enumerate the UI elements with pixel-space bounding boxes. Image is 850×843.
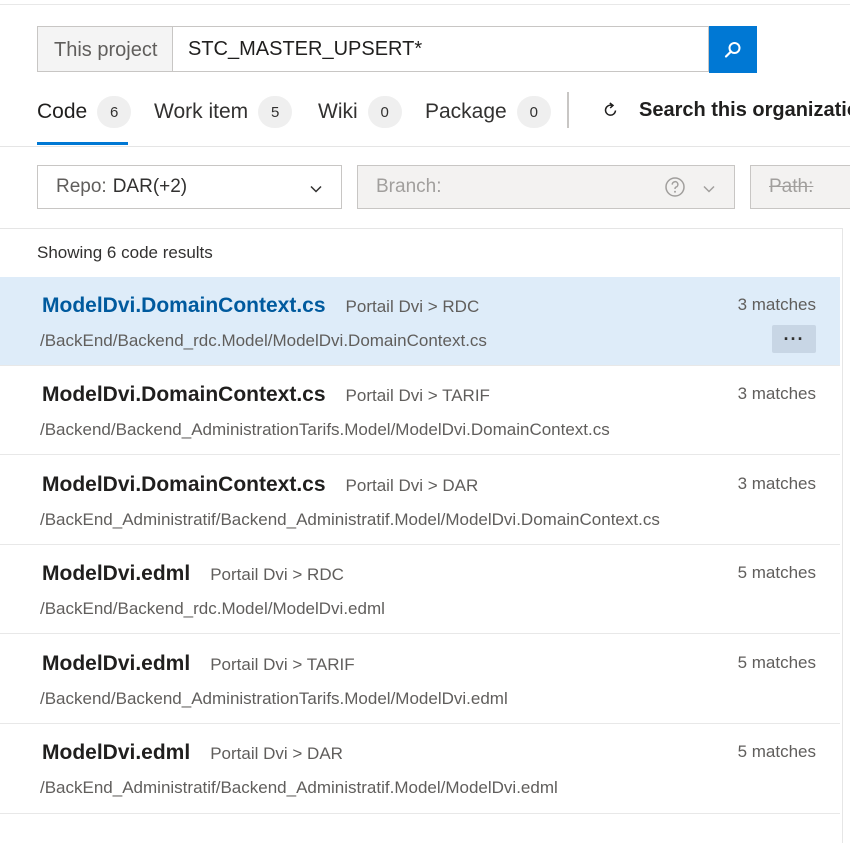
result-repo: Portail Dvi > DAR xyxy=(345,476,479,495)
result-file-name[interactable]: ModelDvi.edml xyxy=(42,652,190,676)
tab-wiki[interactable]: Wiki 0 xyxy=(318,94,402,130)
search-organization-label: Search this organization xyxy=(639,98,850,121)
tab-work-item-count: 5 xyxy=(258,96,293,128)
filters-divider xyxy=(0,228,842,229)
result-path: /BackEnd_Administratif/Backend_Administr… xyxy=(40,778,558,797)
result-matches: 3 matches xyxy=(737,384,816,403)
result-repo: Portail Dvi > DAR xyxy=(210,744,343,763)
tab-package[interactable]: Package 0 xyxy=(425,94,551,130)
result-path: /BackEnd/Backend_rdc.Model/ModelDvi.edml xyxy=(40,599,385,618)
row-divider xyxy=(0,454,840,455)
list-end-divider xyxy=(0,813,840,814)
search-organization-link[interactable]: Search this organization xyxy=(603,95,850,125)
tab-code-count: 6 xyxy=(97,96,132,128)
refresh-arrow-icon xyxy=(603,102,625,118)
result-item[interactable]: ModelDvi.DomainContext.cs Portail Dvi > … xyxy=(0,456,840,545)
top-divider xyxy=(0,4,850,5)
repo-filter-label: Repo: xyxy=(56,176,107,197)
repo-filter-dropdown[interactable]: Repo: DAR(+2) xyxy=(37,165,342,209)
result-item[interactable]: ModelDvi.DomainContext.cs Portail Dvi > … xyxy=(0,366,840,455)
tab-package-count: 0 xyxy=(516,96,551,128)
result-matches: 5 matches xyxy=(737,563,816,582)
search-input[interactable]: STC_MASTER_UPSERT* xyxy=(172,26,709,72)
active-tab-indicator xyxy=(37,142,128,145)
scrollbar-track[interactable] xyxy=(842,228,843,843)
result-matches: 5 matches xyxy=(737,742,816,761)
result-file-name[interactable]: ModelDvi.DomainContext.cs xyxy=(42,294,326,318)
tab-separator xyxy=(567,92,569,128)
tab-wiki-label: Wiki xyxy=(318,100,358,123)
result-repo: Portail Dvi > RDC xyxy=(210,565,344,584)
branch-filter-label: Branch: xyxy=(376,176,442,197)
tab-code-label: Code xyxy=(37,100,88,123)
results-summary: Showing 6 code results xyxy=(37,243,213,262)
branch-filter-dropdown[interactable]: Branch: xyxy=(357,165,735,209)
result-item[interactable]: ModelDvi.edml Portail Dvi > RDC /BackEnd… xyxy=(0,545,840,634)
tab-wiki-count: 0 xyxy=(367,96,402,128)
result-repo: Portail Dvi > TARIF xyxy=(210,655,355,674)
result-path: /Backend/Backend_AdministrationTarifs.Mo… xyxy=(40,420,610,439)
search-scope-selector[interactable]: This project xyxy=(37,26,172,72)
result-file-name[interactable]: ModelDvi.edml xyxy=(42,741,190,765)
result-path: /Backend/Backend_AdministrationTarifs.Mo… xyxy=(40,689,508,708)
search-button[interactable] xyxy=(709,26,757,73)
row-divider xyxy=(0,633,840,634)
result-repo: Portail Dvi > RDC xyxy=(345,297,480,316)
tab-work-item-label: Work item xyxy=(154,100,249,123)
more-options-button[interactable]: ··· xyxy=(772,325,816,353)
tabs-divider xyxy=(0,146,850,147)
path-filter-input[interactable]: Path: xyxy=(750,165,850,209)
chevron-down-icon xyxy=(309,180,323,202)
result-file-name[interactable]: ModelDvi.edml xyxy=(42,562,190,586)
result-path: /BackEnd_Administratif/Backend_Administr… xyxy=(40,510,660,529)
result-item[interactable]: ModelDvi.DomainContext.cs Portail Dvi > … xyxy=(0,277,840,366)
result-item[interactable]: ModelDvi.edml Portail Dvi > DAR /BackEnd… xyxy=(0,724,840,813)
tab-package-label: Package xyxy=(425,100,507,123)
result-matches: 3 matches xyxy=(737,295,816,314)
result-matches: 5 matches xyxy=(737,653,816,672)
search-icon xyxy=(724,41,741,58)
path-filter-label: Path: xyxy=(769,176,814,197)
repo-filter-value: DAR(+2) xyxy=(112,176,188,197)
result-matches: 3 matches xyxy=(737,474,816,493)
chevron-down-icon xyxy=(702,180,716,202)
result-item[interactable]: ModelDvi.edml Portail Dvi > TARIF /Backe… xyxy=(0,635,840,724)
help-icon[interactable] xyxy=(664,176,686,204)
result-file-name[interactable]: ModelDvi.DomainContext.cs xyxy=(42,473,326,497)
result-path: /BackEnd/Backend_rdc.Model/ModelDvi.Doma… xyxy=(40,331,487,350)
result-file-name[interactable]: ModelDvi.DomainContext.cs xyxy=(42,383,326,407)
tab-work-item[interactable]: Work item 5 xyxy=(154,94,293,130)
tab-code[interactable]: Code 6 xyxy=(37,94,132,130)
result-repo: Portail Dvi > TARIF xyxy=(345,386,490,405)
